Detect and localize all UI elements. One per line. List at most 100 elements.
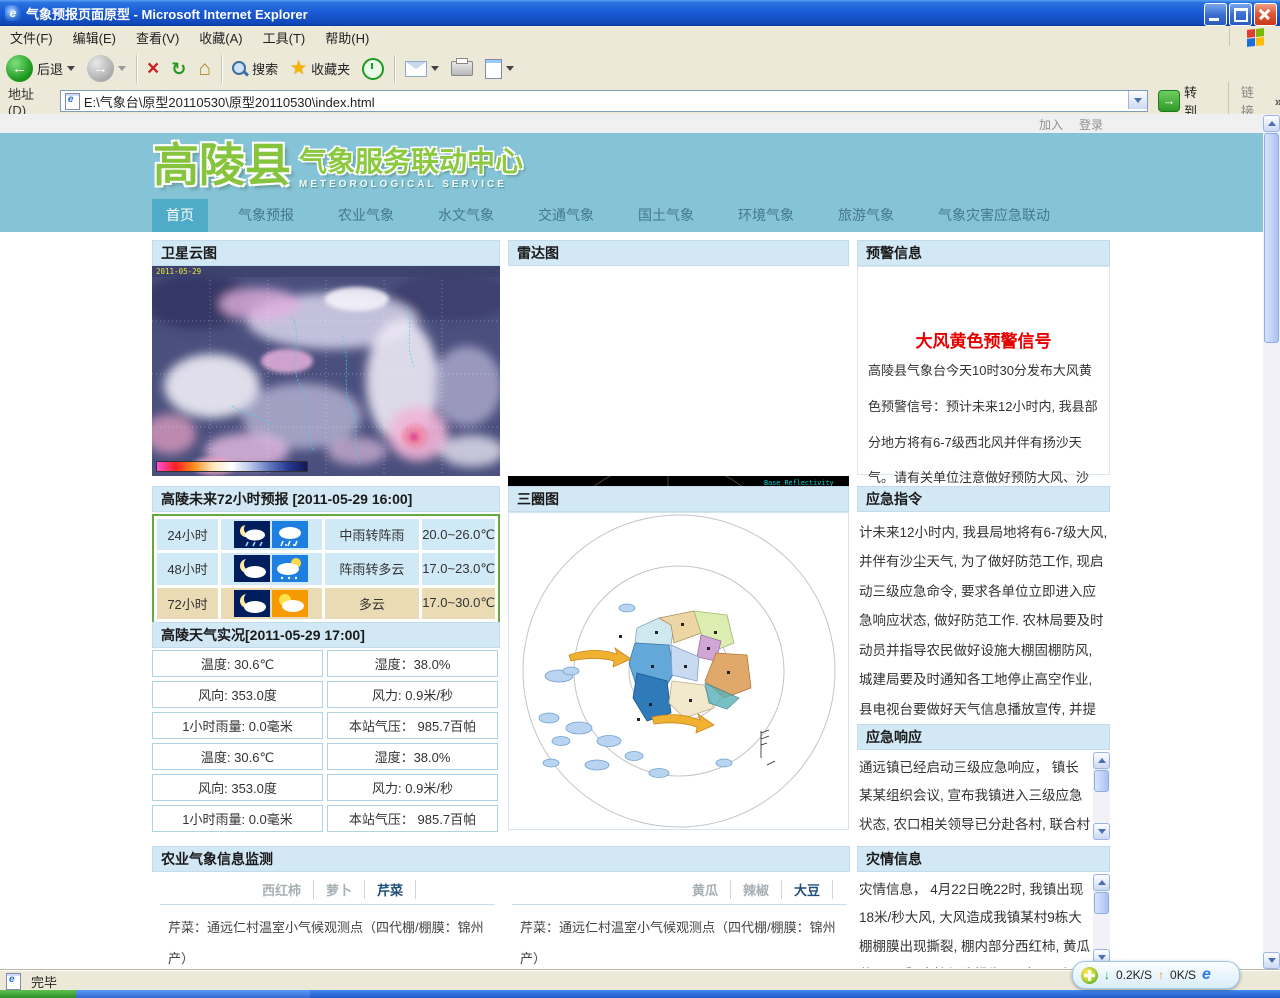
live-cell: 温度: 30.6℃ <box>152 650 323 677</box>
360-safety-icon[interactable] <box>1081 967 1098 984</box>
ie-tray-icon[interactable]: e <box>1202 966 1211 984</box>
disaster-body-text: 灾情信息， 4月22日晚22时, 我镇出现18米/秒大风, 大风造成我镇某村9栋… <box>859 882 1090 968</box>
edit-icon <box>485 59 502 79</box>
address-input[interactable]: E:\气象台\原型20110530\原型20110530\index.html <box>60 90 1148 112</box>
menu-bar: 文件(F) 编辑(E) 查看(V) 收藏(A) 工具(T) 帮助(H) <box>0 26 1280 50</box>
start-button[interactable] <box>0 990 76 998</box>
toolbar-separator <box>394 55 395 83</box>
nav-agriculture[interactable]: 农业气象 <box>324 199 408 232</box>
circle-map-graphic <box>509 513 848 829</box>
live-cell: 本站气压： 985.7百帕 <box>327 805 498 832</box>
live-weather-table: 温度: 30.6℃ 湿度：38.0% 风向: 353.0度 风力: 0.9米/秒… <box>152 650 498 832</box>
edit-dropdown-icon[interactable] <box>506 66 514 71</box>
scroll-down-icon[interactable] <box>1093 823 1110 840</box>
day-cloudy-icon <box>272 590 308 617</box>
menu-tools[interactable]: 工具(T) <box>253 28 316 47</box>
history-button[interactable] <box>356 53 390 85</box>
quick-launch <box>76 990 310 998</box>
address-dropdown-icon[interactable] <box>1128 91 1147 109</box>
edit-button[interactable] <box>479 53 520 85</box>
mail-dropdown-icon[interactable] <box>431 66 439 71</box>
forward-dropdown-icon[interactable] <box>118 66 126 71</box>
favorites-button[interactable]: ★ 收藏夹 <box>284 53 356 85</box>
forward-button[interactable]: → <box>81 53 132 85</box>
response-scrollbar[interactable] <box>1093 752 1110 840</box>
login-link[interactable]: 登录 <box>1079 116 1103 133</box>
join-link[interactable]: 加入 <box>1039 116 1063 133</box>
main-nav: 首页 气象预报 农业气象 水文气象 交通气象 国土气象 环境气象 旅游气象 气象… <box>0 199 1263 232</box>
scroll-up-icon[interactable] <box>1093 752 1110 769</box>
address-label: 地址(D) <box>0 84 60 118</box>
window-title: 气象预报页面原型 - Microsoft Internet Explorer <box>26 4 308 23</box>
refresh-button[interactable]: ↻ <box>165 53 192 85</box>
agri-left-text: 芹菜：通远仁村温室小气候观测点（四代棚/棚膜：锦州产） <box>168 912 488 970</box>
live-cell: 湿度：38.0% <box>327 743 498 770</box>
agri-tab-soybean[interactable]: 大豆 <box>782 880 833 899</box>
address-value: E:\气象台\原型20110530\原型20110530\index.html <box>84 92 375 111</box>
disaster-scrollbar[interactable] <box>1093 874 1110 966</box>
menu-file[interactable]: 文件(F) <box>0 28 63 47</box>
live-panel-title: 高陵天气实况[2011-05-29 17:00] <box>152 622 500 648</box>
forecast-row-48h: 48小时 阵雨转多云 17.0~23.0℃ <box>157 553 495 584</box>
agri-tab-celery[interactable]: 芹菜 <box>365 880 416 899</box>
menu-favorites[interactable]: 收藏(A) <box>189 28 252 47</box>
response-body-text: 通远镇已经启动三级应急响应， 镇长某某组织会议, 宣布我镇进入三级应急状态, 农… <box>859 760 1090 842</box>
stop-button[interactable]: × <box>141 53 165 85</box>
page-scrollbar[interactable] <box>1263 114 1280 970</box>
menu-edit[interactable]: 编辑(E) <box>63 28 126 47</box>
warning-panel-title: 预警信息 <box>857 240 1110 266</box>
menu-help[interactable]: 帮助(H) <box>315 28 379 47</box>
home-button[interactable]: ⌂ <box>192 53 217 85</box>
nav-disaster-linkage[interactable]: 气象灾害应急联动 <box>924 199 1064 232</box>
nav-tourism[interactable]: 旅游气象 <box>824 199 908 232</box>
search-button[interactable]: 搜索 <box>226 53 284 85</box>
agri-tab-pepper[interactable]: 辣椒 <box>731 880 782 899</box>
logo-county: 高陵县 <box>153 139 291 191</box>
mail-icon <box>405 61 427 77</box>
mail-button[interactable] <box>399 53 445 85</box>
forecast-temp: 17.0~23.0℃ <box>422 553 495 584</box>
minimize-button[interactable] <box>1204 3 1227 26</box>
home-icon: ⌂ <box>198 60 211 78</box>
nav-weather-forecast[interactable]: 气象预报 <box>224 199 308 232</box>
nav-traffic[interactable]: 交通气象 <box>524 199 608 232</box>
back-button[interactable]: ← 后退 <box>0 53 81 85</box>
forecast-row-72h: 72小时 多云 17.0~30.0℃ <box>157 588 495 619</box>
site-header: 高陵县 气象服务联动中心 METEOROLOGICAL SERVICE <box>0 133 1263 199</box>
nav-home[interactable]: 首页 <box>152 199 208 232</box>
links-chevron-icon[interactable]: » <box>1275 94 1280 109</box>
agri-tab-cucumber[interactable]: 黄瓜 <box>680 880 731 899</box>
taskbar[interactable] <box>0 990 1280 998</box>
net-speed-widget[interactable]: ↓ 0.2K/S ↑ 0K/S e <box>1072 961 1240 989</box>
scroll-thumb[interactable] <box>1094 770 1109 792</box>
close-button[interactable] <box>1254 3 1277 26</box>
page-scroll-up-icon[interactable] <box>1263 115 1280 132</box>
scroll-thumb[interactable] <box>1094 892 1109 914</box>
agri-divider <box>512 904 847 905</box>
live-cell: 风向: 353.0度 <box>152 681 323 708</box>
agri-tab-tomato[interactable]: 西红柿 <box>250 880 314 899</box>
stop-icon: × <box>147 60 159 78</box>
refresh-icon: ↻ <box>171 60 186 78</box>
back-label: 后退 <box>37 59 63 78</box>
status-text: 完毕 <box>31 972 57 991</box>
disaster-panel-title: 灾情信息 <box>857 846 1110 872</box>
scroll-up-icon[interactable] <box>1093 874 1110 891</box>
forecast-desc: 中雨转阵雨 <box>325 519 420 550</box>
go-arrow-icon: → <box>1158 90 1180 112</box>
page-scroll-thumb[interactable] <box>1264 133 1279 343</box>
forecast-icons <box>221 519 322 550</box>
nav-environment[interactable]: 环境气象 <box>724 199 808 232</box>
print-button[interactable] <box>445 53 479 85</box>
menu-view[interactable]: 查看(V) <box>126 28 189 47</box>
forecast-icons <box>221 588 322 619</box>
satellite-panel-title: 卫星云图 <box>152 240 500 266</box>
ie-window: e 气象预报页面原型 - Microsoft Internet Explorer… <box>0 0 1280 998</box>
page-scroll-down-icon[interactable] <box>1263 952 1280 969</box>
logo-english: METEOROLOGICAL SERVICE <box>299 179 523 190</box>
restore-button[interactable] <box>1229 3 1252 26</box>
nav-hydrology[interactable]: 水文气象 <box>424 199 508 232</box>
agri-tab-radish[interactable]: 萝卜 <box>314 880 365 899</box>
back-dropdown-icon[interactable] <box>67 66 75 71</box>
nav-land[interactable]: 国土气象 <box>624 199 708 232</box>
